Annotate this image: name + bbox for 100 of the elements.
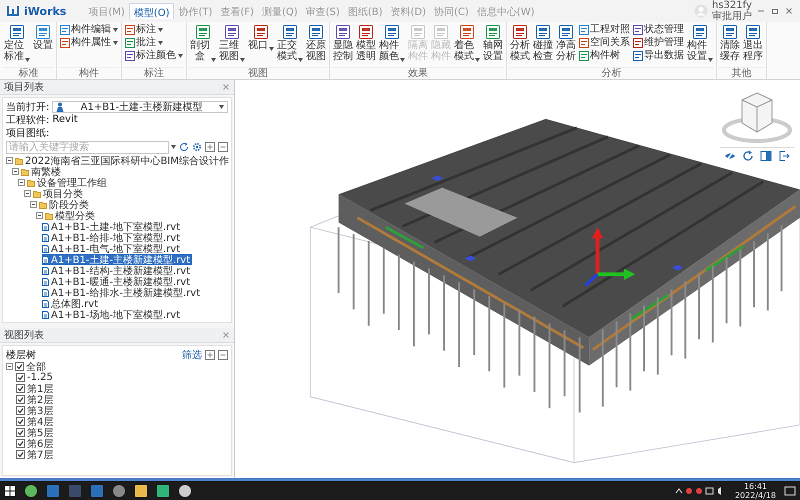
tree-item[interactable]: 第7层 [16,449,56,460]
ribbon-button[interactable]: 构件属性 [59,36,119,49]
tree-item[interactable]: 第6层 [16,438,56,449]
checkbox[interactable] [16,439,25,448]
ribbon-button[interactable]: 构件树 [578,49,631,62]
app-icon[interactable] [24,484,38,498]
ribbon-button[interactable]: 模型透明 [355,23,377,63]
logo-icon [6,5,20,17]
menu-tab[interactable]: 模型(O) [128,3,174,19]
split-view-icon[interactable] [760,150,772,162]
ribbon-button[interactable]: 碰撞检查 [532,23,554,63]
ribbon-button[interactable]: 分析模式 [509,23,531,63]
ribbon-button[interactable]: 轴网设置 [482,23,504,63]
caret-icon [113,28,118,32]
ribbon-button[interactable]: 标注 [124,23,184,36]
tree-item[interactable]: 设备管理工作组 [18,177,109,188]
ribbon-button[interactable]: 净高分析 [555,23,577,63]
model-dropdown[interactable]: A1+B1-土建-主楼新建模型 [52,100,228,112]
tree-item[interactable]: 模型分类 [36,210,97,221]
app-icon[interactable] [178,484,192,498]
caret-icon [219,104,224,108]
expand-all-icon[interactable] [205,350,215,360]
group-label: 标准 [3,67,54,79]
filter-link[interactable]: 筛选 [182,348,202,362]
group-label: 效果 [332,67,504,79]
tree-item[interactable]: 第2层 [16,394,56,405]
ribbon-button[interactable]: 构件设置 [686,23,714,63]
ribbon-button[interactable]: 工程对照 [578,23,631,36]
rotate-icon[interactable] [742,150,754,162]
ribbon-button[interactable]: 正交模式 [276,23,304,63]
collapse-icon[interactable] [24,190,31,197]
refresh-icon[interactable] [179,142,189,152]
tree-item[interactable]: 全部 [6,361,48,372]
app-icon[interactable] [134,484,148,498]
collapse-all-icon[interactable] [218,142,228,152]
tree-item[interactable]: A1+B1-土建-主楼新建模型.rvt [42,254,192,265]
caret-icon [171,145,176,149]
ribbon-button[interactable]: 剖切盒 [189,23,217,63]
checkbox[interactable] [16,373,25,382]
ribbon-button[interactable]: 退出程序 [742,23,764,63]
expand-all-icon[interactable] [205,142,215,152]
tree-item[interactable]: A1+B1-场地-地下室模型.rvt [42,309,182,320]
ribbon-button[interactable]: 状态管理 [632,23,685,36]
tree-item[interactable]: 第4层 [16,416,56,427]
checkbox[interactable] [16,450,25,459]
collapse-icon[interactable] [18,179,25,186]
checkbox[interactable] [16,384,25,393]
collapse-all-icon[interactable] [218,350,228,360]
tree-item[interactable]: 项目分类 [24,188,85,199]
windows-icon[interactable] [4,484,16,496]
exit-icon[interactable] [778,150,790,162]
ribbon-button[interactable]: 清除缓存 [719,23,741,63]
settings-icon[interactable] [192,142,202,152]
tree-item[interactable]: A1+B1-电气-地下室模型.rvt [42,243,182,254]
ribbon-button[interactable]: 导出数据 [632,49,685,62]
tree-item[interactable]: 第5层 [16,427,56,438]
tree-item[interactable]: 总体图.rvt [42,298,100,309]
file-icon [42,266,49,274]
panel-icon [579,38,589,48]
tree-item[interactable]: -1.25 [16,372,55,383]
ribbon-button[interactable]: 着色模式 [453,23,481,63]
ribbon-button[interactable]: 设置 [32,23,54,52]
axis-gizmo-icon[interactable] [584,227,636,287]
ribbon-button[interactable]: 定位标准 [3,23,31,63]
ribbon-button[interactable]: 批注 [124,36,184,49]
checkbox[interactable] [16,406,25,415]
ribbon-button[interactable]: 空间关系 [578,36,631,49]
collapse-icon[interactable] [6,157,13,164]
tree-item[interactable]: A1+B1-结构-主楼新建模型.rvt [42,265,192,276]
ribbon-button[interactable]: 维护管理 [632,36,685,49]
tree-item[interactable]: A1+B1-土建-地下室模型.rvt [42,221,182,232]
tree-item[interactable]: 第1层 [16,383,56,394]
collapse-icon[interactable] [30,201,37,208]
ribbon-button[interactable]: 三维视图 [218,23,246,63]
close-icon[interactable] [784,6,794,16]
ribbon-button[interactable]: 标注颜色 [124,49,184,62]
ribbon-button[interactable]: 构件编辑 [59,23,119,36]
checkbox[interactable] [15,362,24,371]
tree-item[interactable]: 2022海南省三亚国际科研中心BIM综合设计作 [6,155,231,166]
app-icon[interactable] [156,484,170,498]
collapse-icon[interactable] [36,212,43,219]
tree-item[interactable]: A1+B1-暖通-主楼新建模型.rvt [42,276,192,287]
checkbox[interactable] [16,417,25,426]
ribbon-button[interactable]: 视口 [247,23,275,52]
ribbon-button[interactable]: 构件颜色 [378,23,406,63]
notification-icon[interactable] [784,484,796,496]
ribbon-button[interactable]: 显隐控制 [332,23,354,63]
collapse-icon[interactable] [6,363,13,370]
checkbox[interactable] [16,428,25,437]
collapse-icon[interactable] [12,168,19,175]
tree-item[interactable]: 第3层 [16,405,56,416]
tree-item[interactable]: A1+B1-给排-地下室模型.rvt [42,232,182,243]
checkbox[interactable] [16,395,25,404]
panel-icon [579,50,589,60]
ribbon-button[interactable]: 还原视图 [305,23,327,63]
tree-item[interactable]: 阶段分类 [30,199,91,210]
app-icon[interactable] [112,484,126,498]
restore-icon[interactable] [770,6,780,16]
tree-item[interactable]: 南繁楼 [12,166,63,177]
tree-item[interactable]: A1+B1-给排水-主楼新建模型.rvt [42,287,202,298]
